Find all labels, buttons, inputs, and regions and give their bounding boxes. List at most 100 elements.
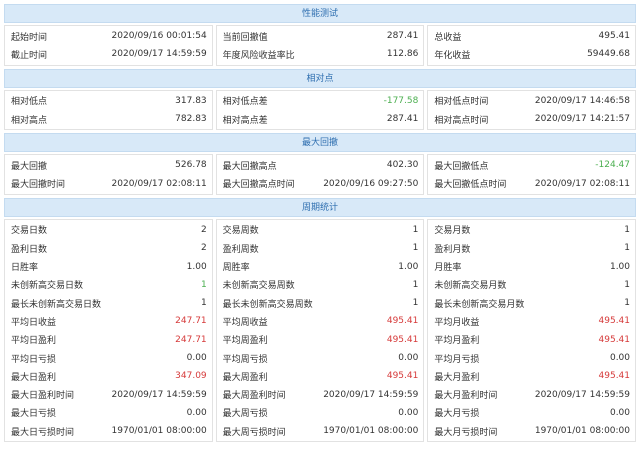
stat-value: 1 bbox=[624, 298, 631, 309]
stat-row: 截止时间 2020/09/17 14:59:59 bbox=[5, 45, 212, 63]
stat-label: 最大月盈利时间 bbox=[434, 391, 498, 402]
stat-label: 最长未创新高交易月数 bbox=[434, 299, 525, 310]
stat-value: 1 bbox=[412, 279, 419, 290]
stat-row: 平均月亏损 0.00 bbox=[428, 349, 635, 367]
stat-row: 日胜率 1.00 bbox=[5, 257, 212, 275]
stat-row: 平均周亏损 0.00 bbox=[217, 349, 424, 367]
stat-row: 最大日亏损 0.00 bbox=[5, 404, 212, 422]
stat-value: 2020/09/17 02:08:11 bbox=[111, 178, 207, 189]
stat-label: 相对低点时间 bbox=[434, 97, 489, 108]
stat-value: 0.00 bbox=[609, 353, 631, 363]
stat-label: 未创新高交易月数 bbox=[434, 281, 507, 292]
stat-row: 年度风险收益率比 112.86 bbox=[217, 45, 424, 63]
stat-row: 盈利月数 1 bbox=[428, 239, 635, 257]
performance-test-body: 起始时间 2020/09/16 00:01:54 截止时间 2020/09/17 14… bbox=[4, 25, 637, 66]
stat-label: 相对高点差 bbox=[222, 115, 268, 126]
stat-label: 最大日亏损时间 bbox=[11, 427, 75, 438]
stat-row: 最大月亏损 0.00 bbox=[428, 404, 635, 422]
stat-row: 交易日数 2 bbox=[5, 221, 212, 239]
stat-value: 1970/01/01 08:00:00 bbox=[534, 426, 631, 437]
stat-value: 347.09 bbox=[175, 371, 207, 382]
stat-row: 最大月盈利 495.41 bbox=[428, 367, 635, 385]
stat-label: 相对高点 bbox=[11, 115, 48, 126]
stat-value: 2020/09/17 02:08:11 bbox=[534, 178, 631, 189]
period-stats-column-3: 交易月数 1 盈利月数 1 月胜率 1.00 未创新高交易月数 1 最长未创新高交易月数 1 平均月… bbox=[427, 218, 637, 443]
relative-points-column-3: 相对低点时间 2020/09/17 14:46:58 相对高点时间 2020/09/1… bbox=[427, 89, 637, 131]
stat-label: 平均日盈利 bbox=[11, 336, 57, 347]
stat-row: 年化收益 59449.68 bbox=[428, 45, 635, 63]
stat-row: 平均周盈利 495.41 bbox=[217, 331, 424, 349]
stat-label: 盈利月数 bbox=[434, 244, 471, 255]
stat-value: 1.00 bbox=[398, 261, 419, 272]
stat-value: 112.86 bbox=[386, 49, 419, 60]
stat-label: 交易月数 bbox=[434, 226, 471, 237]
stat-row: 最大回撤低点 -124.47 bbox=[428, 156, 635, 174]
stat-value: 1.00 bbox=[609, 261, 631, 272]
stat-row: 未创新高交易周数 1 bbox=[217, 276, 424, 294]
stat-row: 未创新高交易月数 1 bbox=[428, 276, 635, 294]
stat-label: 盈利日数 bbox=[11, 244, 48, 255]
stat-value: 1 bbox=[624, 279, 631, 290]
stat-value: 0.00 bbox=[186, 353, 207, 363]
max-drawdown-column-3: 最大回撤低点 -124.47 最大回撤低点时间 2020/09/17 02:08:11 bbox=[427, 154, 637, 195]
stat-label: 相对低点差 bbox=[222, 97, 268, 108]
stat-label: 最长未创新高交易日数 bbox=[11, 299, 102, 310]
stat-row: 最大周亏损时间 1970/01/01 08:00:00 bbox=[217, 422, 424, 440]
stat-label: 最大回撤 bbox=[11, 161, 48, 172]
stat-value: 0.00 bbox=[398, 353, 419, 363]
stat-row: 最大日盈利 347.09 bbox=[5, 367, 212, 385]
stat-row: 相对高点 782.83 bbox=[5, 110, 212, 128]
stat-value: 2020/09/17 14:59:59 bbox=[534, 389, 631, 400]
stat-value: 495.41 bbox=[598, 316, 631, 327]
period-stats-column-1: 交易日数 2 盈利日数 2 日胜率 1.00 未创新高交易日数 1 最长未创新高交易日数 1 平均日… bbox=[4, 218, 213, 443]
stat-label: 最大周亏损 bbox=[222, 409, 268, 420]
stat-label: 相对高点时间 bbox=[434, 115, 489, 126]
stat-label: 交易周数 bbox=[222, 226, 259, 237]
stat-row: 总收益 495.41 bbox=[428, 27, 635, 45]
stat-label: 起始时间 bbox=[11, 32, 48, 43]
stat-label: 平均日收益 bbox=[11, 317, 57, 328]
relative-points-header: 相对点 bbox=[4, 68, 636, 88]
stat-label: 最大日盈利时间 bbox=[11, 391, 75, 402]
stat-row: 最大回撤高点 402.30 bbox=[217, 156, 424, 174]
stat-row: 盈利日数 2 bbox=[5, 239, 212, 257]
stat-row: 最大日亏损时间 1970/01/01 08:00:00 bbox=[5, 422, 212, 440]
stat-label: 当前回撤值 bbox=[222, 32, 268, 43]
stat-label: 最大周亏损时间 bbox=[222, 427, 286, 438]
stat-label: 周胜率 bbox=[222, 263, 250, 274]
stat-value: 2 bbox=[200, 243, 207, 254]
period-stats-body: 交易日数 2 盈利日数 2 日胜率 1.00 未创新高交易日数 1 最长未创新高交易日数 1 平均日… bbox=[4, 218, 637, 443]
stat-label: 最大周盈利 bbox=[222, 372, 268, 383]
performance-test-header: 性能测试 bbox=[4, 4, 636, 23]
performance-test-column-3: 总收益 495.41 年化收益 59449.68 bbox=[427, 25, 637, 66]
relative-points-column-2: 相对低点差 -177.58 相对高点差 287.41 bbox=[215, 89, 425, 131]
stat-label: 交易日数 bbox=[11, 226, 48, 237]
stat-label: 最大日亏损 bbox=[11, 409, 57, 420]
stat-label: 月胜率 bbox=[434, 263, 462, 274]
stat-row: 相对低点差 -177.58 bbox=[217, 92, 424, 110]
stat-value: 1 bbox=[412, 224, 419, 235]
stat-value: 495.41 bbox=[598, 371, 631, 382]
stat-row: 当前回撤值 287.41 bbox=[217, 27, 424, 45]
stat-value: 2020/09/16 00:01:54 bbox=[111, 31, 207, 42]
stat-row: 周胜率 1.00 bbox=[217, 257, 424, 275]
stat-label: 平均月盈利 bbox=[434, 336, 480, 347]
stat-label: 平均日亏损 bbox=[11, 354, 57, 365]
stat-value: 1 bbox=[412, 298, 419, 309]
stat-value: 2020/09/17 14:46:58 bbox=[534, 95, 631, 106]
stat-value: 247.71 bbox=[175, 334, 207, 345]
stat-row: 相对高点差 287.41 bbox=[217, 110, 424, 128]
stat-value: 1 bbox=[624, 243, 631, 254]
max-drawdown-body: 最大回撤 526.78 最大回撤时间 2020/09/17 02:08:11 最大回撤高… bbox=[4, 154, 637, 195]
stat-label: 年化收益 bbox=[434, 50, 471, 61]
relative-points-column-1: 相对低点 317.83 相对高点 782.83 bbox=[4, 89, 213, 131]
stat-value: 247.71 bbox=[175, 316, 207, 327]
stat-label: 最大回撤高点时间 bbox=[222, 180, 295, 191]
stat-label: 最大回撤低点时间 bbox=[434, 180, 507, 191]
stat-value: 1.00 bbox=[186, 261, 207, 272]
stat-row: 盈利周数 1 bbox=[217, 239, 424, 257]
stat-value: 1 bbox=[412, 243, 419, 254]
stat-value: 287.41 bbox=[386, 31, 419, 42]
stat-row: 最大回撤时间 2020/09/17 02:08:11 bbox=[5, 174, 212, 192]
stat-row: 未创新高交易日数 1 bbox=[5, 276, 212, 294]
